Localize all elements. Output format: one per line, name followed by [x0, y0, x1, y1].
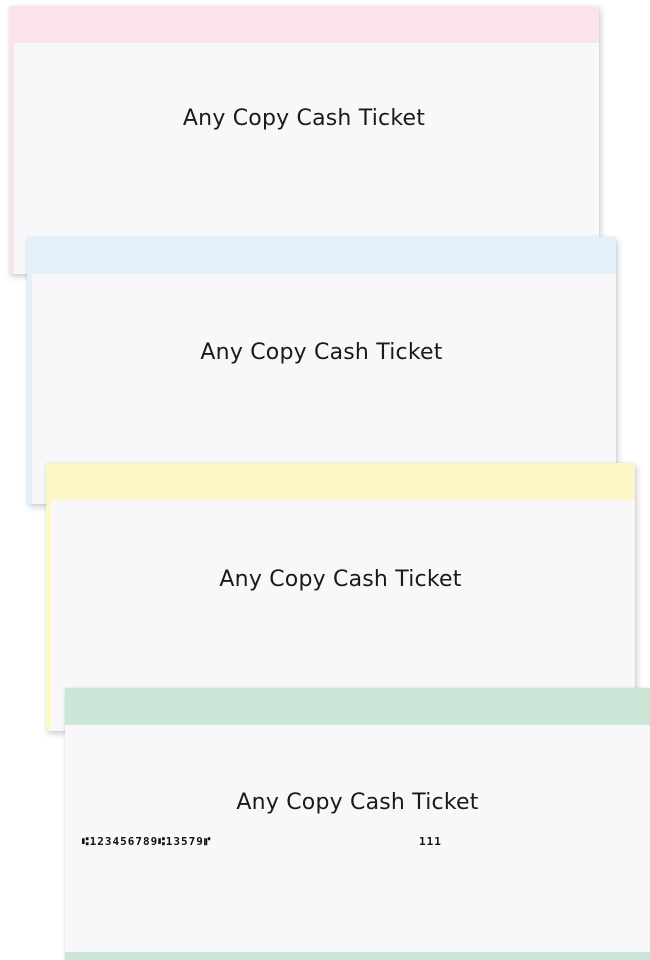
ticket-edge: [9, 43, 14, 274]
ticket-title: Any Copy Cash Ticket: [200, 340, 443, 365]
ticket-edge: [46, 500, 51, 731]
ticket-header-band: [9, 6, 599, 43]
cash-ticket-pink: Any Copy Cash Ticket: [9, 6, 599, 274]
micr-line: ⑆123456789⑆13579⑈: [82, 835, 212, 848]
cash-ticket-green: Any Copy Cash Ticket ⑆123456789⑆13579⑈ 1…: [65, 688, 650, 960]
ticket-title: Any Copy Cash Ticket: [182, 106, 426, 131]
ticket-header-band: [46, 463, 635, 500]
ticket-header-band: [65, 688, 650, 725]
micr-aux-number: 111: [419, 835, 442, 848]
ticket-title: Any Copy Cash Ticket: [236, 790, 479, 815]
ticket-edge: [27, 274, 32, 504]
ticket-stack: Any Copy Cash Ticket Any Copy Cash Ticke…: [0, 0, 650, 960]
ticket-title: Any Copy Cash Ticket: [219, 567, 462, 592]
ticket-header-band: [27, 237, 616, 274]
ticket-bottom-strip: [65, 952, 650, 960]
